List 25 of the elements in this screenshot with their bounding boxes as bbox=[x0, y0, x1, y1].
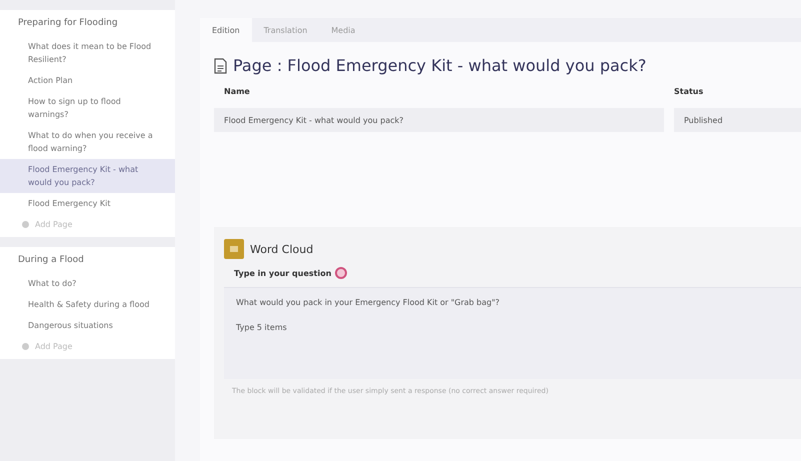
sidebar-item[interactable]: Dangerous situations bbox=[0, 315, 175, 336]
document-icon bbox=[214, 58, 227, 74]
sidebar-item[interactable]: Health & Safety during a flood bbox=[0, 294, 175, 315]
page-title: Page : Flood Emergency Kit - what would you pack? bbox=[233, 56, 646, 75]
tab[interactable]: Translation bbox=[252, 18, 320, 42]
info-icon bbox=[335, 267, 348, 279]
table-cell: Published bbox=[674, 108, 801, 132]
section-title[interactable]: Preparing for Flooding bbox=[0, 18, 175, 36]
section-title[interactable]: During a Flood bbox=[0, 255, 175, 273]
block-title: Word Cloud bbox=[250, 242, 314, 256]
sidebar-item[interactable]: What does it mean to be Flood Resilient? bbox=[0, 36, 175, 70]
tab[interactable]: Media bbox=[319, 18, 368, 42]
block-icon bbox=[224, 239, 244, 259]
sidebar-item[interactable]: What to do? bbox=[0, 273, 175, 294]
table-cell: Flood Emergency Kit - what would you pack? bbox=[214, 108, 664, 132]
sidebar-item[interactable]: What to do when you receive a flood warning? bbox=[0, 125, 175, 159]
sidebar-item[interactable]: How to sign up to flood warnings? bbox=[0, 91, 175, 125]
column-header: Name bbox=[223, 87, 251, 96]
sidebar-item[interactable]: Action Plan bbox=[0, 70, 175, 91]
sidebar-item[interactable]: Flood Emergency Kit bbox=[0, 193, 175, 214]
sidebar-item[interactable]: Flood Emergency Kit - what would you pack? bbox=[0, 159, 175, 193]
tab[interactable]: Edition bbox=[200, 18, 252, 42]
column-header: Status bbox=[673, 87, 704, 96]
question-field[interactable]: What would you pack in your Emergency Flood Kit or "Grab bag"? Type 5 items bbox=[224, 287, 801, 379]
field-label: Type in your question bbox=[234, 268, 332, 278]
